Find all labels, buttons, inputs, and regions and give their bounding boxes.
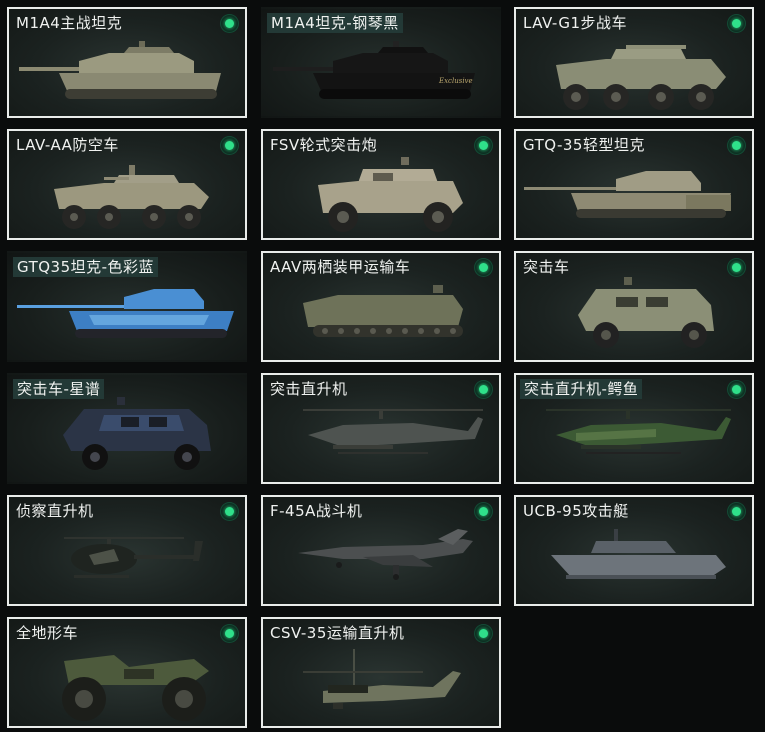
vehicle-grid: M1A4主战坦克 M1A4坦克-钢琴黑 Exclusive LAV-G1步战车 — [0, 0, 765, 732]
aa-vehicle-icon — [54, 165, 209, 229]
vehicle-name: GTQ-35轻型坦克 — [523, 136, 645, 154]
attack-helicopter-icon — [303, 409, 483, 454]
vehicle-card-attack-helicopter-croc[interactable]: 突击直升机-鳄鱼 — [514, 373, 754, 484]
svg-text:Exclusive: Exclusive — [438, 77, 473, 85]
owned-indicator-icon — [475, 381, 492, 398]
owned-indicator-icon — [475, 625, 492, 642]
vehicle-card-gtq-35[interactable]: GTQ-35轻型坦克 — [514, 129, 754, 240]
light-tank-icon — [17, 289, 234, 338]
vehicle-card-assault-vehicle[interactable]: 突击车 — [514, 251, 754, 362]
vehicle-card-f45a[interactable]: F-45A战斗机 — [261, 495, 501, 606]
light-tank-icon — [524, 171, 731, 218]
owned-indicator-icon — [221, 503, 238, 520]
vehicle-card-lav-g1[interactable]: LAV-G1步战车 — [514, 7, 754, 118]
amphibious-apc-icon — [303, 285, 463, 337]
vehicle-name: LAV-AA防空车 — [16, 136, 119, 154]
owned-indicator-icon — [475, 503, 492, 520]
vehicle-name: LAV-G1步战车 — [523, 14, 628, 32]
assault-vehicle-icon — [578, 277, 714, 348]
vehicle-name: 全地形车 — [16, 624, 79, 642]
vehicle-name: GTQ35坦克-色彩蓝 — [13, 257, 159, 277]
attack-boat-icon — [551, 529, 726, 579]
vehicle-name: M1A4主战坦克 — [16, 14, 123, 32]
vehicle-card-scout-helicopter[interactable]: 侦察直升机 — [7, 495, 247, 606]
armored-car-icon — [318, 157, 463, 232]
vehicle-name: F-45A战斗机 — [270, 502, 363, 520]
vehicle-name: 突击直升机 — [270, 380, 348, 398]
assault-vehicle-icon — [63, 397, 211, 470]
vehicle-name: 侦察直升机 — [16, 502, 94, 520]
vehicle-name: AAV两栖装甲运输车 — [270, 258, 411, 276]
scout-helicopter-icon — [64, 537, 203, 578]
vehicle-card-assault-vehicle-star[interactable]: 突击车-星谱 — [7, 373, 247, 484]
tank-icon: Exclusive — [273, 41, 475, 99]
vehicle-name: FSV轮式突击炮 — [270, 136, 378, 154]
vehicle-card-lav-aa[interactable]: LAV-AA防空车 — [7, 129, 247, 240]
vehicle-name: 突击直升机-鳄鱼 — [520, 379, 643, 399]
vehicle-name: UCB-95攻击艇 — [523, 502, 629, 520]
vehicle-card-m1a4[interactable]: M1A4主战坦克 — [7, 7, 247, 118]
vehicle-name: 突击车 — [523, 258, 570, 276]
vehicle-card-m1a4-black[interactable]: M1A4坦克-钢琴黑 Exclusive — [261, 7, 501, 118]
vehicle-card-aav[interactable]: AAV两栖装甲运输车 — [261, 251, 501, 362]
vehicle-card-attack-helicopter[interactable]: 突击直升机 — [261, 373, 501, 484]
owned-indicator-icon — [475, 137, 492, 154]
vehicle-name: M1A4坦克-钢琴黑 — [267, 13, 403, 33]
fighter-jet-icon — [298, 529, 473, 580]
vehicle-card-gtq35-blue[interactable]: GTQ35坦克-色彩蓝 — [7, 251, 247, 362]
owned-indicator-icon — [221, 137, 238, 154]
owned-indicator-icon — [728, 503, 745, 520]
transport-helicopter-icon — [303, 649, 461, 709]
vehicle-card-fsv[interactable]: FSV轮式突击炮 — [261, 129, 501, 240]
vehicle-card-atv[interactable]: 全地形车 — [7, 617, 247, 728]
owned-indicator-icon — [475, 259, 492, 276]
owned-indicator-icon — [728, 137, 745, 154]
owned-indicator-icon — [221, 15, 238, 32]
vehicle-name: 突击车-星谱 — [13, 379, 105, 399]
owned-indicator-icon — [728, 259, 745, 276]
atv-icon — [62, 655, 209, 721]
attack-helicopter-icon — [546, 409, 731, 454]
owned-indicator-icon — [728, 381, 745, 398]
owned-indicator-icon — [728, 15, 745, 32]
vehicle-name: CSV-35运输直升机 — [270, 624, 405, 642]
vehicle-card-csv-35[interactable]: CSV-35运输直升机 — [261, 617, 501, 728]
ifv-icon — [556, 45, 726, 110]
vehicle-card-ucb-95[interactable]: UCB-95攻击艇 — [514, 495, 754, 606]
tank-icon — [19, 41, 221, 99]
owned-indicator-icon — [221, 625, 238, 642]
